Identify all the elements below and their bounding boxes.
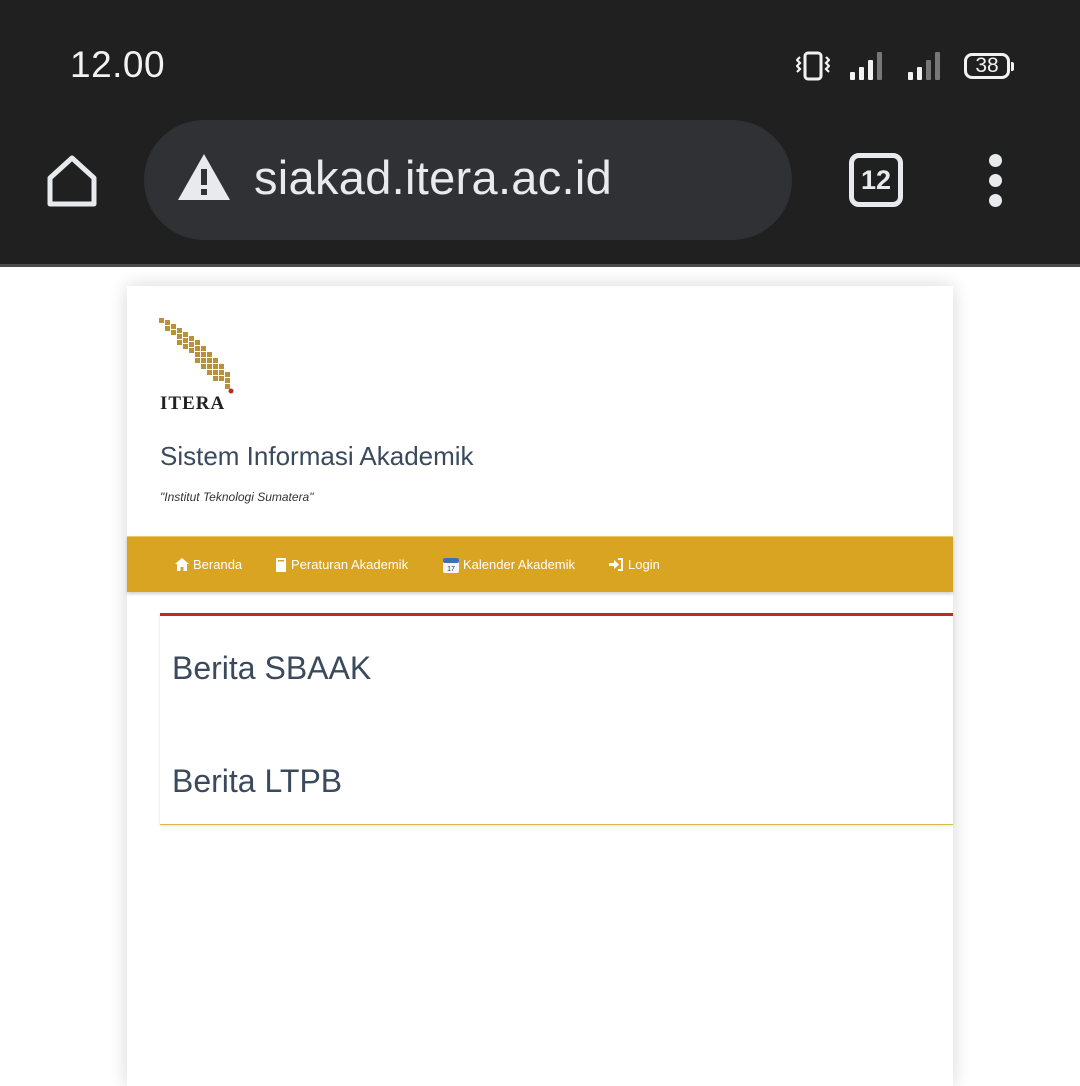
navbar: Beranda Peraturan Akademik 17 Kalender A… (127, 536, 953, 592)
nav-item-beranda[interactable]: Beranda (175, 537, 242, 592)
status-icons: 38 (796, 48, 1014, 84)
browser-chrome: 12.00 38 siakad.itera.ac.id 12 (0, 0, 1080, 264)
news-heading-sbaak: Berita SBAAK (172, 650, 372, 686)
more-vert-icon[interactable] (984, 154, 1008, 208)
itera-logo (159, 318, 234, 394)
login-icon (609, 558, 623, 571)
calendar-icon: 17 (443, 557, 459, 573)
url-text[interactable]: siakad.itera.ac.id (254, 150, 612, 205)
nav-item-label: Login (628, 557, 660, 572)
book-icon (276, 557, 286, 572)
news-heading-ltpb: Berita LTPB (172, 763, 343, 799)
nav-item-label: Peraturan Akademik (291, 557, 409, 572)
battery-icon: 38 (964, 53, 1014, 79)
home-icon[interactable] (42, 150, 102, 210)
signal-icon-2 (908, 52, 940, 80)
news-panel: Berita SBAAK Berita LTPB (160, 613, 953, 825)
nav-item-label: Kalender Akademik (463, 557, 576, 572)
address-bar[interactable]: siakad.itera.ac.id (144, 120, 792, 240)
nav-item-peraturan-akademik[interactable]: Peraturan Akademik (275, 537, 408, 592)
svg-text:17: 17 (447, 566, 455, 573)
site-tagline: "Institut Teknologi Sumatera" (160, 490, 314, 504)
chrome-divider (0, 264, 1080, 267)
logo-text: ITERA (160, 393, 226, 414)
vibrate-icon (796, 51, 830, 81)
nav-item-label: Beranda (193, 557, 243, 572)
page-title: Sistem Informasi Akademik (160, 441, 474, 471)
status-time: 12.00 (70, 44, 166, 85)
signal-icon (850, 52, 882, 80)
warning-icon[interactable] (176, 152, 232, 202)
nav-item-kalender-akademik[interactable]: 17 Kalender Akademik (443, 537, 575, 592)
tabs-button[interactable]: 12 (849, 153, 903, 207)
nav-item-login[interactable]: Login (609, 537, 660, 592)
page-card: ITERA Sistem Informasi Akademik "Institu… (127, 286, 953, 1086)
home-icon (175, 558, 189, 571)
